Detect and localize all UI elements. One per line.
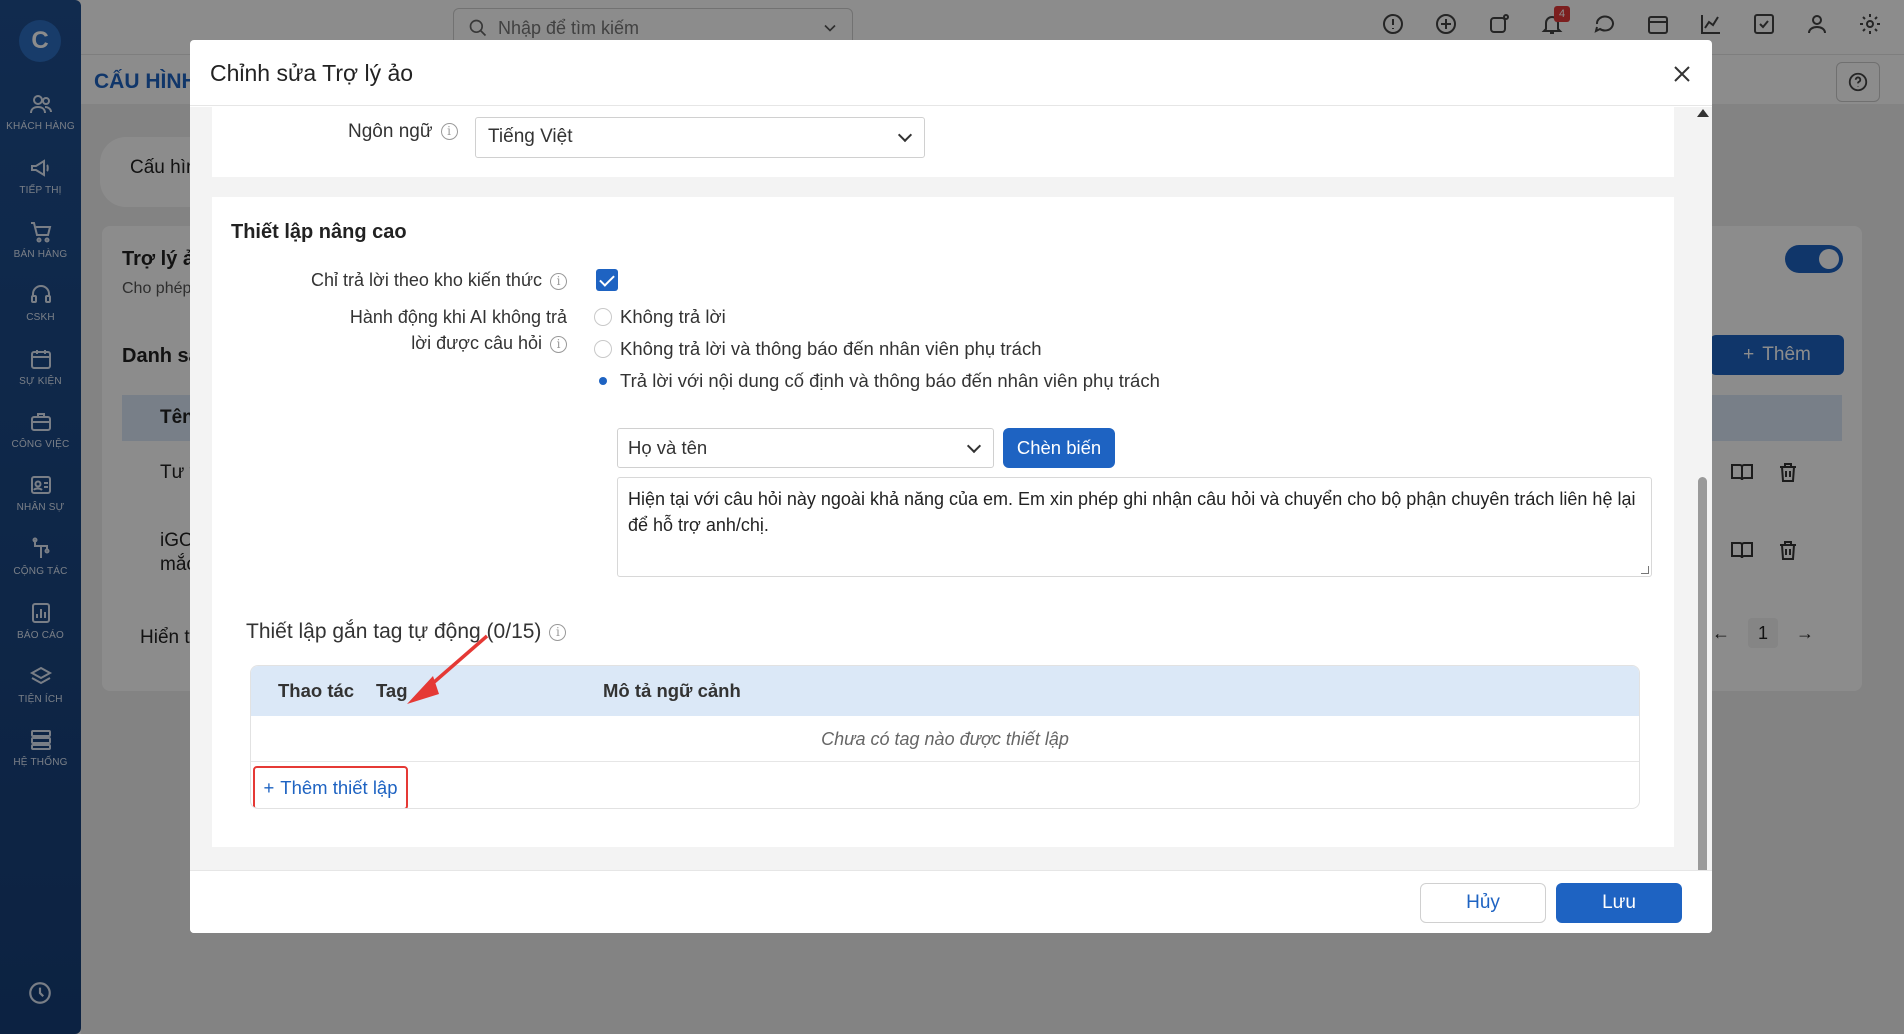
fixed-message-text: Hiện tại với câu hỏi này ngoài khả năng … [628,489,1636,535]
language-label-row: Ngôn ngữ i [348,121,458,143]
fixed-message-textarea[interactable]: Hiện tại với câu hỏi này ngoài khả năng … [617,477,1652,577]
language-select[interactable]: Tiếng Việt [475,117,925,158]
advanced-section: Thiết lập nâng cao Chỉ trả lời theo kho … [212,197,1674,847]
radio-button-selected[interactable] [594,372,612,390]
modal-body: Ngôn ngữ i Tiếng Việt Thiết lập nâng cao … [190,107,1712,912]
edit-assistant-modal: Chỉnh sửa Trợ lý ảo Ngôn ngữ i Tiếng Việt… [190,40,1712,933]
radio-label: Trả lời với nội dung cố định và thông bá… [620,370,1160,391]
radio-label: Không trả lời và thông báo đến nhân viên… [620,338,1042,359]
fallback-option-notify[interactable]: Không trả lời và thông báo đến nhân viên… [594,338,1042,360]
modal-footer: Hủy Lưu [190,870,1712,933]
save-button[interactable]: Lưu [1556,883,1682,923]
close-icon [1674,66,1690,82]
empty-state: Chưa có tag nào được thiết lập [251,716,1639,762]
chevron-down-icon [897,127,913,143]
info-icon[interactable]: i [440,123,458,141]
fallback-label-line2: lời được câu hỏi [411,333,542,353]
advanced-title: Thiết lập nâng cao [231,221,407,243]
info-icon[interactable]: i [549,623,567,641]
add-setting-button[interactable]: + Thêm thiết lập [253,766,408,808]
radio-button[interactable] [594,308,612,326]
insert-variable-button[interactable]: Chèn biến [1003,428,1115,468]
radio-button[interactable] [594,340,612,358]
scroll-thumb[interactable] [1698,477,1707,907]
fallback-label-line2-row: lời được câu hỏi i [252,330,567,356]
modal-header: Chỉnh sửa Trợ lý ảo [190,40,1712,106]
annotation-arrow-icon [407,634,489,704]
knowledge-only-label: Chỉ trả lời theo kho kiến thức [311,270,542,290]
knowledge-only-checkbox[interactable] [596,269,618,291]
variable-value: Họ và tên [628,437,708,458]
fallback-option-no-reply[interactable]: Không trả lời [594,306,726,328]
scroll-up-icon[interactable] [1697,109,1709,117]
variable-select[interactable]: Họ và tên [617,428,994,468]
column-context: Mô tả ngữ cảnh [603,680,741,701]
language-label: Ngôn ngữ [348,121,433,142]
close-button[interactable] [1670,62,1694,86]
chevron-down-icon [966,438,982,454]
language-section: Ngôn ngữ i Tiếng Việt [212,107,1674,177]
add-setting-label: Thêm thiết lập [280,777,398,798]
modal-title: Chỉnh sửa Trợ lý ảo [210,60,414,86]
info-icon[interactable]: i [550,335,567,353]
scrollbar[interactable] [1696,107,1710,912]
cancel-button[interactable]: Hủy [1420,883,1546,923]
fallback-label-line1: Hành động khi AI không trả [349,307,567,327]
column-action: Thao tác [278,680,355,701]
radio-label: Không trả lời [620,306,726,327]
auto-tag-title: Thiết lập gắn tag tự động (0/15) [246,620,542,643]
knowledge-only-row: Chỉ trả lời theo kho kiến thức i [252,267,567,293]
plus-icon: + [263,777,275,798]
fallback-option-fixed-reply[interactable]: Trả lời với nội dung cố định và thông bá… [594,370,1160,392]
fallback-label-row: Hành động khi AI không trả lời được câu … [252,304,567,356]
language-value: Tiếng Việt [488,126,573,147]
resize-handle[interactable] [1641,566,1649,574]
info-icon[interactable]: i [550,272,567,290]
